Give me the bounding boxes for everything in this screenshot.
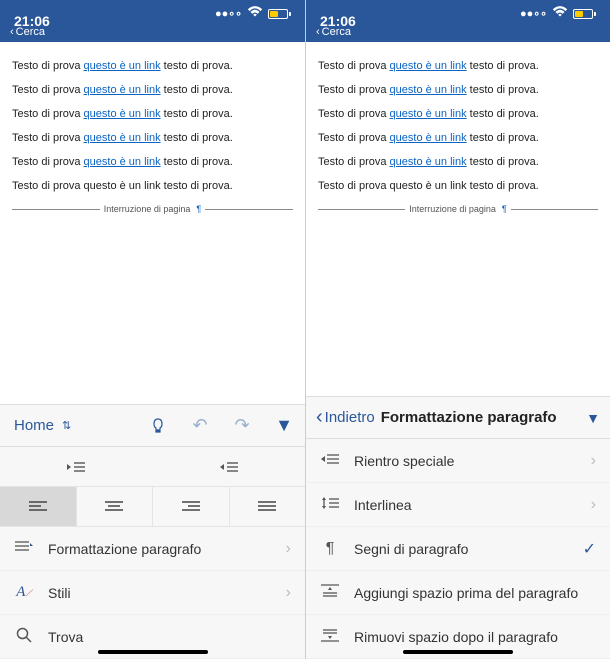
status-bar: 21:06 ‹ Cerca ●●∘∘ — [0, 0, 305, 42]
align-right-button[interactable] — [153, 487, 230, 526]
space-after-icon — [320, 628, 340, 646]
doc-line: Testo di prova questo è un link testo di… — [12, 84, 293, 96]
battery-icon — [268, 9, 291, 19]
menu-stili[interactable]: A⟋ Stili › — [0, 571, 305, 615]
screen-left: 21:06 ‹ Cerca ●●∘∘ Testo di prova questo… — [0, 0, 305, 659]
line-spacing-icon — [320, 496, 340, 514]
doc-hyperlink[interactable]: questo è un link — [84, 84, 161, 96]
styles-icon: A⟋ — [14, 584, 34, 601]
collapse-icon[interactable]: ▼ — [263, 405, 305, 447]
paragraph-panel: ‹ Indietro Formattazione paragrafo ▼ Rie… — [306, 396, 610, 659]
sort-icon: ⇅ — [62, 419, 71, 432]
doc-line: Testo di prova questo è un link testo di… — [318, 132, 598, 144]
wifi-icon — [551, 5, 569, 22]
chevron-right-icon: › — [591, 496, 596, 514]
align-row — [0, 487, 305, 527]
page-break-marker: Interruzione di pagina¶ — [12, 204, 293, 214]
doc-line-plain: Testo di prova questo è un link testo di… — [318, 180, 598, 192]
doc-hyperlink[interactable]: questo è un link — [84, 60, 161, 72]
paragraph-format-icon — [14, 540, 34, 558]
doc-hyperlink[interactable]: questo è un link — [390, 132, 467, 144]
align-center-button[interactable] — [77, 487, 154, 526]
undo-icon[interactable]: ↶ — [179, 405, 221, 447]
menu-segni-paragrafo[interactable]: ¶ Segni di paragrafo ✓ — [306, 527, 610, 571]
pilcrow-icon: ¶ — [502, 204, 507, 214]
document-area[interactable]: Testo di prova questo è un link testo di… — [306, 42, 610, 396]
menu-formattazione-paragrafo[interactable]: Formattazione paragrafo › — [0, 527, 305, 571]
doc-line: Testo di prova questo è un link testo di… — [318, 60, 598, 72]
doc-line: Testo di prova questo è un link testo di… — [318, 84, 598, 96]
chevron-left-icon: ‹ — [316, 406, 323, 429]
chevron-left-icon: ‹ — [10, 26, 14, 38]
wifi-icon — [246, 5, 264, 22]
doc-hyperlink[interactable]: questo è un link — [390, 84, 467, 96]
doc-hyperlink[interactable]: questo è un link — [390, 108, 467, 120]
menu-interlinea[interactable]: Interlinea › — [306, 483, 610, 527]
signal-icon: ●●∘∘ — [215, 7, 242, 20]
redo-icon[interactable]: ↷ — [221, 405, 263, 447]
collapse-icon[interactable]: ▼ — [586, 410, 600, 426]
check-icon: ✓ — [583, 539, 596, 559]
outdent-button[interactable] — [0, 447, 153, 486]
status-back-link[interactable]: ‹ Cerca — [316, 26, 351, 38]
lightbulb-icon[interactable] — [137, 405, 179, 447]
chevron-right-icon: › — [286, 540, 291, 558]
indent-button[interactable] — [153, 447, 306, 486]
pilcrow-icon: ¶ — [196, 204, 201, 214]
doc-line: Testo di prova questo è un link testo di… — [12, 132, 293, 144]
doc-hyperlink[interactable]: questo è un link — [84, 108, 161, 120]
doc-line-plain: Testo di prova questo è un link testo di… — [12, 180, 293, 192]
status-back-link[interactable]: ‹ Cerca — [10, 26, 45, 38]
document-area[interactable]: Testo di prova questo è un link testo di… — [0, 42, 305, 404]
status-icons: ●●∘∘ — [215, 5, 291, 22]
doc-hyperlink[interactable]: questo è un link — [390, 156, 467, 168]
doc-line: Testo di prova questo è un link testo di… — [318, 156, 598, 168]
doc-hyperlink[interactable]: questo è un link — [84, 156, 161, 168]
toolbar: Home ⇅ ↶ ↷ ▼ — [0, 404, 305, 659]
battery-icon — [573, 9, 596, 19]
align-left-button[interactable] — [0, 487, 77, 526]
doc-line: Testo di prova questo è un link testo di… — [12, 108, 293, 120]
home-indicator[interactable] — [403, 650, 513, 654]
special-indent-icon — [320, 452, 340, 469]
search-icon — [14, 627, 34, 647]
menu-aggiungi-spazio-prima[interactable]: Aggiungi spazio prima del paragrafo — [306, 571, 610, 615]
indent-row — [0, 447, 305, 487]
panel-back-button[interactable]: ‹ Indietro — [316, 406, 375, 429]
menu-rientro-speciale[interactable]: Rientro speciale › — [306, 439, 610, 483]
panel-header: ‹ Indietro Formattazione paragrafo ▼ — [306, 397, 610, 439]
status-icons: ●●∘∘ — [520, 5, 596, 22]
screen-right: 21:06 ‹ Cerca ●●∘∘ Testo di prova questo… — [305, 0, 610, 659]
chevron-right-icon: › — [286, 584, 291, 602]
doc-line: Testo di prova questo è un link testo di… — [12, 60, 293, 72]
panel-title: Formattazione paragrafo — [381, 409, 557, 426]
doc-line: Testo di prova questo è un link testo di… — [318, 108, 598, 120]
chevron-left-icon: ‹ — [316, 26, 320, 38]
doc-line: Testo di prova questo è un link testo di… — [12, 156, 293, 168]
home-dropdown[interactable]: Home ⇅ — [0, 417, 85, 434]
align-justify-button[interactable] — [230, 487, 306, 526]
doc-hyperlink[interactable]: questo è un link — [390, 60, 467, 72]
toolbar-top-row: Home ⇅ ↶ ↷ ▼ — [0, 405, 305, 447]
chevron-right-icon: › — [591, 452, 596, 470]
home-indicator[interactable] — [98, 650, 208, 654]
page-break-marker: Interruzione di pagina¶ — [318, 204, 598, 214]
space-before-icon — [320, 584, 340, 602]
doc-hyperlink[interactable]: questo è un link — [84, 132, 161, 144]
status-bar: 21:06 ‹ Cerca ●●∘∘ — [306, 0, 610, 42]
pilcrow-icon: ¶ — [320, 540, 340, 558]
signal-icon: ●●∘∘ — [520, 7, 547, 20]
